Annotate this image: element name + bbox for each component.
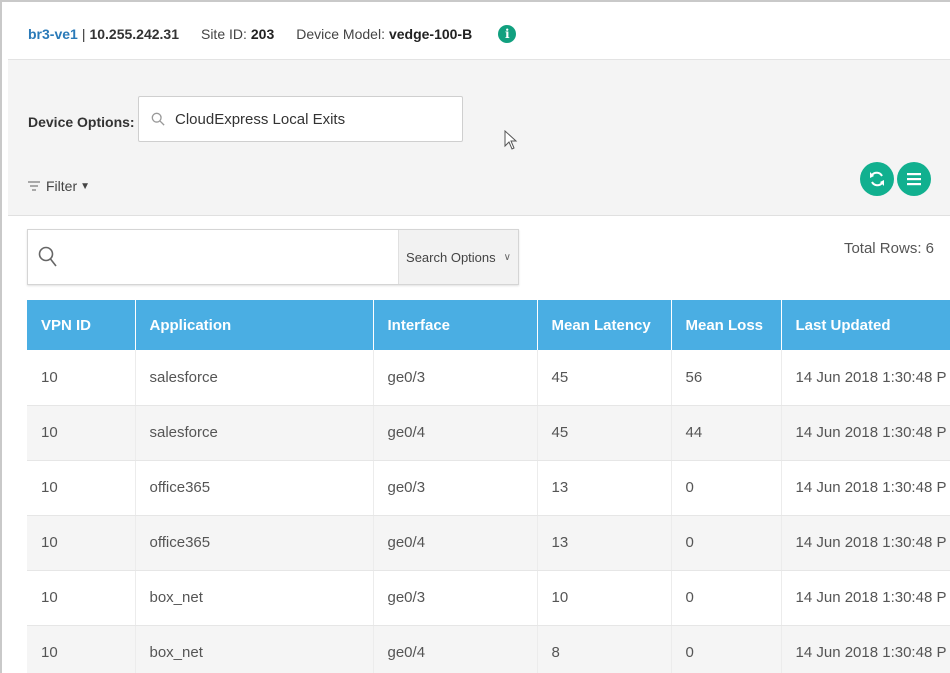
cell-interface: ge0/3 <box>373 570 538 626</box>
local-exits-table: VPN ID Application Interface Mean Latenc… <box>27 300 950 673</box>
mouse-cursor-icon <box>504 130 518 150</box>
device-name-link[interactable]: br3-ve1 <box>28 26 78 42</box>
refresh-button[interactable] <box>860 162 894 196</box>
table-row[interactable]: 10 box_net ge0/3 10 0 14 Jun 2018 1:30:4… <box>27 570 950 626</box>
cell-mean-latency: 13 <box>537 515 672 571</box>
chevron-down-icon: ▼ <box>80 180 91 192</box>
cell-mean-latency: 13 <box>537 460 672 516</box>
cell-application: office365 <box>135 515 374 571</box>
cell-vpn-id: 10 <box>27 570 136 626</box>
cell-vpn-id: 10 <box>27 460 136 516</box>
device-options-value: CloudExpress Local Exits <box>175 110 346 128</box>
column-header-vpn-id[interactable]: VPN ID <box>27 300 136 350</box>
search-input[interactable] <box>66 249 366 265</box>
table-row[interactable]: 10 office365 ge0/4 13 0 14 Jun 2018 1:30… <box>27 515 950 571</box>
column-header-mean-loss[interactable]: Mean Loss <box>671 300 782 350</box>
search-options-dropdown[interactable]: Search Options ∨ <box>398 230 518 284</box>
cell-last-updated: 14 Jun 2018 1:30:48 P <box>781 405 950 461</box>
info-icon[interactable]: i <box>498 24 517 43</box>
table-row[interactable]: 10 salesforce ge0/4 45 44 14 Jun 2018 1:… <box>27 405 950 461</box>
device-options-select[interactable]: CloudExpress Local Exits <box>138 96 463 142</box>
cell-mean-loss: 0 <box>671 570 782 626</box>
window-top-border <box>0 0 950 8</box>
table-search-box: Search Options ∨ <box>27 229 519 285</box>
cell-mean-loss: 44 <box>671 405 782 461</box>
filter-label: Filter <box>46 178 78 194</box>
cell-vpn-id: 10 <box>27 515 136 571</box>
cell-application: box_net <box>135 570 374 626</box>
window-left-border <box>0 0 8 673</box>
table-row[interactable]: 10 box_net ge0/4 8 0 14 Jun 2018 1:30:48… <box>27 625 950 673</box>
cell-last-updated: 14 Jun 2018 1:30:48 P <box>781 625 950 673</box>
column-header-last-updated[interactable]: Last Updated <box>781 300 950 350</box>
cell-last-updated: 14 Jun 2018 1:30:48 P <box>781 350 950 406</box>
column-header-application[interactable]: Application <box>135 300 374 350</box>
cell-application: salesforce <box>135 350 374 406</box>
site-id-value: 203 <box>250 25 275 42</box>
cell-interface: ge0/4 <box>373 515 538 571</box>
cell-interface: ge0/4 <box>373 405 538 461</box>
site-id-label: Site ID: <box>200 25 247 42</box>
search-input-wrapper <box>28 230 398 284</box>
cell-last-updated: 14 Jun 2018 1:30:48 P <box>781 515 950 571</box>
column-header-mean-latency[interactable]: Mean Latency <box>537 300 672 350</box>
cell-vpn-id: 10 <box>27 625 136 673</box>
device-ip: 10.255.242.31 <box>89 25 179 42</box>
device-options-label: Device Options: <box>28 114 135 130</box>
chevron-down-icon: ∨ <box>503 251 511 263</box>
table-row[interactable]: 10 office365 ge0/3 13 0 14 Jun 2018 1:30… <box>27 460 950 516</box>
cell-interface: ge0/3 <box>373 350 538 406</box>
refresh-icon <box>870 171 884 187</box>
cell-mean-latency: 10 <box>537 570 672 626</box>
table-menu-button[interactable] <box>897 162 931 196</box>
device-model-value: vedge-100-B <box>388 25 473 42</box>
filter-icon <box>28 181 40 191</box>
filter-dropdown[interactable]: Filter ▼ <box>28 178 90 194</box>
cell-mean-loss: 0 <box>671 625 782 673</box>
cell-mean-loss: 56 <box>671 350 782 406</box>
cell-application: box_net <box>135 625 374 673</box>
cell-mean-latency: 8 <box>537 625 672 673</box>
cell-mean-latency: 45 <box>537 350 672 406</box>
search-options-label: Search Options <box>406 249 496 265</box>
cell-application: salesforce <box>135 405 374 461</box>
cell-mean-loss: 0 <box>671 515 782 571</box>
header-separator: | <box>81 25 86 42</box>
cell-last-updated: 14 Jun 2018 1:30:48 P <box>781 570 950 626</box>
cell-mean-loss: 0 <box>671 460 782 516</box>
device-header-bar: br3-ve1 | 10.255.242.31 Site ID: 203 Dev… <box>8 8 950 60</box>
device-model-label: Device Model: <box>296 25 385 42</box>
search-icon <box>38 246 57 267</box>
cell-interface: ge0/3 <box>373 460 538 516</box>
total-rows-count: Total Rows: 6 <box>843 240 934 257</box>
table-row[interactable]: 10 salesforce ge0/3 45 56 14 Jun 2018 1:… <box>27 350 950 406</box>
menu-icon <box>907 173 921 186</box>
cell-vpn-id: 10 <box>27 405 136 461</box>
cell-last-updated: 14 Jun 2018 1:30:48 P <box>781 460 950 516</box>
cell-vpn-id: 10 <box>27 350 136 406</box>
cell-application: office365 <box>135 460 374 516</box>
device-options-panel: Device Options: CloudExpress Local Exits… <box>8 60 950 216</box>
cell-interface: ge0/4 <box>373 625 538 673</box>
column-header-interface[interactable]: Interface <box>373 300 538 350</box>
cell-mean-latency: 45 <box>537 405 672 461</box>
search-icon <box>151 112 165 126</box>
table-header-row: VPN ID Application Interface Mean Latenc… <box>27 300 950 350</box>
